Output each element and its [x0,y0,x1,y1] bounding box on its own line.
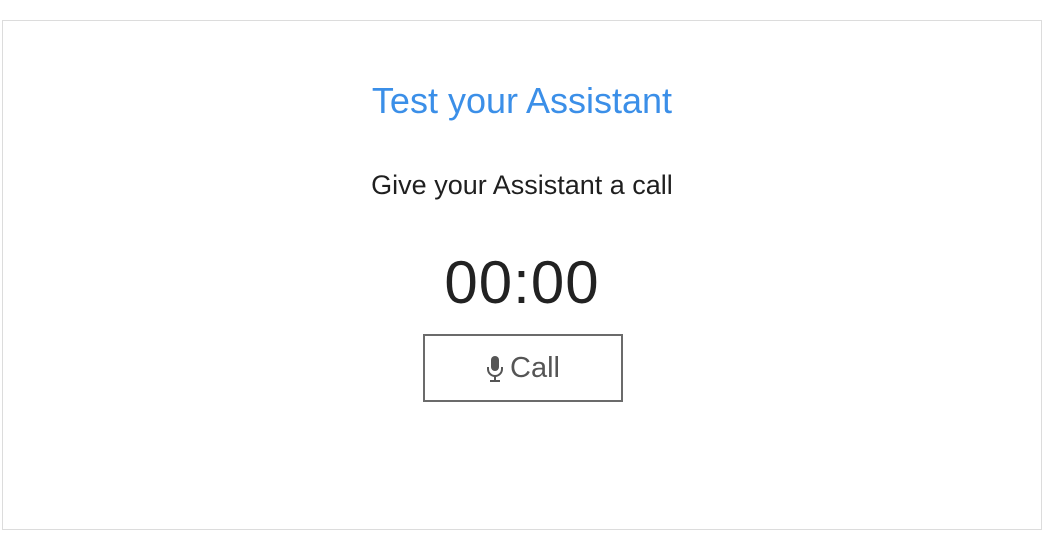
call-timer: 00:00 [444,249,600,316]
microphone-icon [486,356,504,382]
test-assistant-panel: Test your Assistant Give your Assistant … [2,20,1042,530]
subtitle-text: Give your Assistant a call [371,170,673,200]
call-button-label: Call [510,352,560,384]
page-title: Test your Assistant [371,80,673,121]
call-button[interactable]: Call [423,334,623,402]
